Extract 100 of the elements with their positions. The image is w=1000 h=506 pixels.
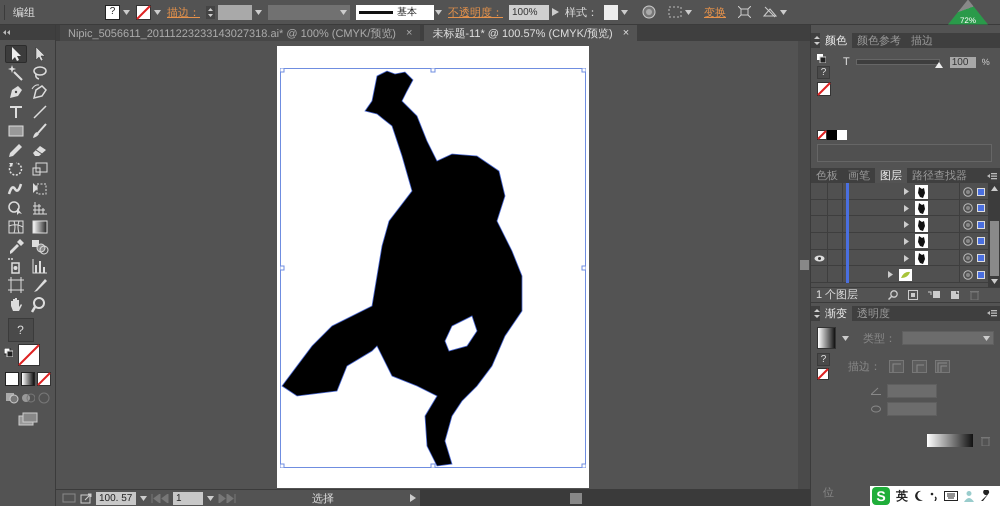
play-arrow-icon[interactable] [552,8,559,16]
page-caret-icon[interactable] [207,496,214,500]
swap-colors-icon[interactable] [4,348,12,358]
slider-thumb[interactable] [934,62,943,68]
punctuation-icon[interactable] [930,491,938,501]
fill-box[interactable]: ? [817,353,830,366]
stroke-caret-icon[interactable] [154,10,161,14]
width-caret-icon[interactable] [340,10,347,14]
transform-link[interactable]: 变换 [704,4,726,20]
scroll-up-icon[interactable] [990,186,998,192]
fill-box[interactable]: ? [817,66,830,80]
isolate-icon[interactable] [763,6,777,18]
panel-tab[interactable]: 颜色参考 [852,33,906,48]
horizontal-scrollbar[interactable] [420,490,810,506]
transform-icon[interactable] [738,6,751,18]
export-icon[interactable] [80,492,92,504]
gradient-mode-button[interactable] [20,372,34,386]
target-icon[interactable] [963,270,973,280]
scroll-thumb[interactable] [800,260,808,270]
stroke-swatch-icon[interactable] [136,4,151,20]
swatch[interactable] [827,130,837,140]
scroll-down-icon[interactable] [990,279,998,284]
ime-logo[interactable]: S [872,487,890,505]
keyboard-icon[interactable] [944,491,958,501]
selection-square-icon[interactable] [977,254,985,262]
moon-icon[interactable] [914,490,924,502]
swatch[interactable] [837,130,847,140]
fill-swatch[interactable]: ? [105,4,120,20]
fill-caret-icon[interactable] [123,10,130,14]
expand-triangle-icon[interactable] [904,188,909,196]
scroll-thumb[interactable] [570,492,582,504]
align-icon[interactable] [668,6,682,18]
document-tab[interactable]: 未标题-11* @ 100.57% (CMYK/预览) × [424,25,638,41]
target-icon[interactable] [963,236,973,246]
expand-triangle-icon[interactable] [904,221,909,228]
gradient-preview[interactable] [817,327,836,350]
zoom-field[interactable]: 100. 57 [96,492,136,504]
vertical-scrollbar[interactable] [798,41,810,489]
brush-caret-icon[interactable] [435,10,442,14]
draw-behind-icon[interactable] [20,392,34,404]
ime-mode[interactable]: 英 [896,488,908,504]
tool-button[interactable] [4,44,26,63]
opacity-link[interactable]: 不透明度： [448,4,503,20]
document-tab[interactable]: Nipic_5056611_20111223233143027318.ai* @ 100% (CMYK/预览) × [60,25,420,41]
close-tab-button[interactable]: × [406,27,412,39]
expand-triangle-icon[interactable] [904,204,909,212]
stroke-link[interactable]: 描边： [167,4,200,20]
tint-slider[interactable] [856,59,940,66]
scroll-thumb[interactable] [990,221,998,276]
page-field[interactable]: 1 [173,492,203,504]
target-icon[interactable] [963,203,973,214]
target-icon[interactable] [963,186,973,197]
panel-tab[interactable]: 渐变 [820,306,852,322]
tint-field[interactable]: 100 [950,56,976,68]
isolate-caret-icon[interactable] [780,10,787,14]
collapse-icon[interactable] [3,30,11,35]
align-caret-icon[interactable] [685,10,692,14]
panel-tab[interactable]: 画笔 [843,168,875,184]
fill-stroke-mini-icon[interactable] [817,54,826,64]
close-tab-button[interactable]: × [622,27,630,39]
selection-square-icon[interactable] [977,270,985,279]
search-icon[interactable] [888,290,898,300]
style-caret-icon[interactable] [621,10,628,14]
selection-square-icon[interactable] [977,204,985,212]
panel-menu-icon[interactable] [987,309,997,318]
panel-tab[interactable]: 色板 [811,168,843,184]
style-swatch[interactable] [604,4,618,20]
target-icon[interactable] [963,220,973,230]
expand-triangle-icon[interactable] [904,254,909,262]
panel-tab[interactable]: 颜色 [820,33,852,48]
stroke-box-icon[interactable] [817,82,831,96]
none-mode-icon[interactable] [36,372,50,386]
color-mode-button[interactable] [4,372,18,386]
stroke-box-icon[interactable] [817,368,829,380]
panel-tab[interactable]: 路径查找器 [907,168,972,184]
gradient-caret-icon[interactable] [842,336,850,341]
expand-triangle-icon[interactable] [904,238,909,245]
target-icon[interactable] [963,253,973,264]
expand-triangle-icon[interactable] [888,271,893,278]
panel-tab[interactable]: 描边 [906,33,938,48]
new-layer-icon[interactable] [950,290,960,300]
panel-menu-icon[interactable] [987,172,997,180]
layers-scrollbar[interactable] [988,183,1000,287]
selection-square-icon[interactable] [977,237,985,246]
fill-box[interactable]: ? [8,318,34,342]
stroke-box-icon[interactable] [18,344,40,366]
new-sublayer-icon[interactable] [928,290,940,300]
clipping-mask-icon[interactable] [908,290,918,300]
draw-normal-icon[interactable] [4,392,18,404]
zoom-caret-icon[interactable] [140,496,147,500]
recolor-icon[interactable] [642,5,656,19]
panel-tab[interactable]: 图层 [875,168,907,184]
status-arrow-icon[interactable] [410,494,416,502]
selection-square-icon[interactable] [977,220,985,229]
opacity-field[interactable]: 100% [509,4,549,20]
screen-mode-icon[interactable] [18,412,38,426]
panel-tab[interactable]: 透明度 [852,306,895,322]
spinner-icon[interactable] [206,6,215,18]
weight-caret-icon[interactable] [255,10,262,14]
brush-dropdown[interactable]: 基本 [356,4,434,20]
